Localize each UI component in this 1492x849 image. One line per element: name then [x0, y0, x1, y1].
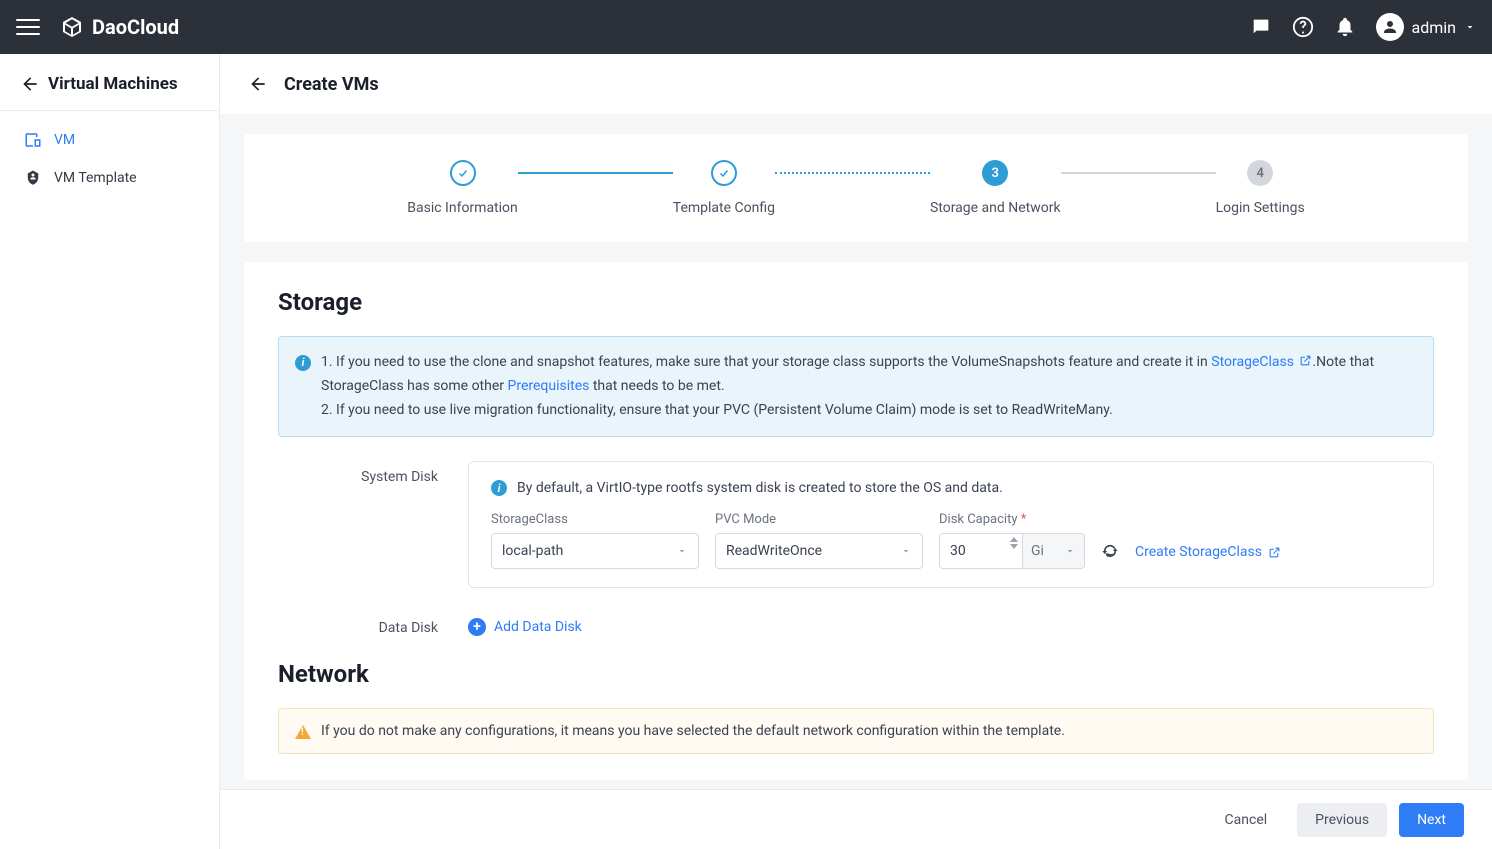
previous-button[interactable]: Previous — [1297, 803, 1387, 837]
network-warn-box: If you do not make any configurations, i… — [278, 708, 1434, 754]
brand-logo[interactable]: DaoCloud — [60, 15, 179, 39]
prerequisites-link[interactable]: Prerequisites — [508, 378, 590, 394]
storage-network-card: Storage i 1. If you need to use the clon… — [244, 262, 1468, 780]
step-label: Basic Information — [407, 200, 518, 216]
add-data-disk-button[interactable]: + Add Data Disk — [468, 618, 1434, 636]
pvc-mode-select[interactable]: ReadWriteOnce — [715, 533, 923, 569]
storageclass-link[interactable]: StorageClass — [1211, 354, 1312, 370]
page-back-icon[interactable] — [248, 74, 268, 94]
sidebar-item-vm-template[interactable]: VM Template — [0, 159, 219, 197]
page-title: Create VMs — [284, 74, 379, 95]
disk-capacity-input-wrap[interactable] — [939, 533, 1023, 569]
disk-capacity-field-label: Disk Capacity — [939, 512, 1085, 527]
arrow-left-icon — [20, 74, 40, 94]
chat-icon[interactable] — [1250, 16, 1272, 38]
menu-toggle[interactable] — [16, 15, 40, 39]
cancel-button[interactable]: Cancel — [1207, 803, 1286, 837]
daocloud-icon — [60, 15, 84, 39]
plus-circle-icon: + — [468, 618, 486, 636]
step-label: Login Settings — [1216, 200, 1305, 216]
capacity-step-up[interactable] — [1010, 537, 1018, 542]
page-footer: Cancel Previous Next — [220, 789, 1492, 849]
user-menu[interactable]: admin — [1376, 13, 1476, 41]
disk-capacity-input[interactable] — [950, 543, 1000, 559]
data-disk-row-label: Data Disk — [278, 612, 438, 636]
network-heading: Network — [278, 660, 1434, 688]
storageclass-select[interactable]: local-path — [491, 533, 699, 569]
chevron-down-icon — [900, 545, 912, 557]
step-line — [1061, 172, 1216, 174]
create-storageclass-link[interactable]: Create StorageClass — [1135, 544, 1281, 560]
capacity-step-down[interactable] — [1010, 544, 1018, 549]
page-header: Create VMs — [220, 54, 1492, 114]
stepper-card: Basic Information Template Config 3 Stor… — [244, 134, 1468, 242]
next-button[interactable]: Next — [1399, 803, 1464, 837]
user-avatar-icon — [1376, 13, 1404, 41]
step-label: Template Config — [673, 200, 775, 216]
system-disk-hint: By default, a VirtIO-type rootfs system … — [517, 480, 1003, 496]
step-1-done[interactable] — [450, 160, 476, 186]
warning-icon — [295, 725, 311, 739]
sidebar-item-label: VM Template — [54, 170, 137, 186]
step-line — [518, 172, 673, 174]
storage-info-box: i 1. If you need to use the clone and sn… — [278, 336, 1434, 437]
storageclass-field-label: StorageClass — [491, 512, 699, 527]
sidebar-item-vm[interactable]: VM — [0, 121, 219, 159]
disk-capacity-unit-select[interactable]: Gi — [1023, 533, 1085, 569]
info-icon: i — [295, 355, 311, 371]
step-label: Storage and Network — [930, 200, 1061, 216]
pvc-mode-field-label: PVC Mode — [715, 512, 923, 527]
sidebar-title: Virtual Machines — [48, 74, 178, 94]
user-name: admin — [1412, 18, 1456, 37]
step-3-active[interactable]: 3 — [982, 160, 1008, 186]
step-line — [775, 172, 930, 174]
storage-heading: Storage — [278, 288, 1434, 316]
brand-name: DaoCloud — [92, 15, 179, 39]
chevron-down-icon — [1064, 545, 1076, 557]
vm-icon — [24, 131, 42, 149]
step-4-pending[interactable]: 4 — [1247, 160, 1273, 186]
step-2-done[interactable] — [711, 160, 737, 186]
topbar: DaoCloud admin — [0, 0, 1492, 54]
external-link-icon — [1268, 546, 1281, 559]
vm-template-icon — [24, 169, 42, 187]
sidebar-item-label: VM — [54, 132, 75, 148]
bell-icon[interactable] — [1334, 16, 1356, 38]
sidebar: Virtual Machines VM VM Template — [0, 54, 220, 849]
chevron-down-icon — [1464, 21, 1476, 33]
system-disk-panel: i By default, a VirtIO-type rootfs syste… — [468, 461, 1434, 588]
info-icon: i — [491, 480, 507, 496]
chevron-down-icon — [676, 545, 688, 557]
sidebar-back[interactable]: Virtual Machines — [0, 74, 219, 111]
system-disk-row-label: System Disk — [278, 461, 438, 588]
content-scroll[interactable]: Basic Information Template Config 3 Stor… — [220, 114, 1492, 789]
refresh-icon[interactable] — [1101, 542, 1119, 560]
help-icon[interactable] — [1292, 16, 1314, 38]
external-link-icon — [1299, 354, 1312, 367]
